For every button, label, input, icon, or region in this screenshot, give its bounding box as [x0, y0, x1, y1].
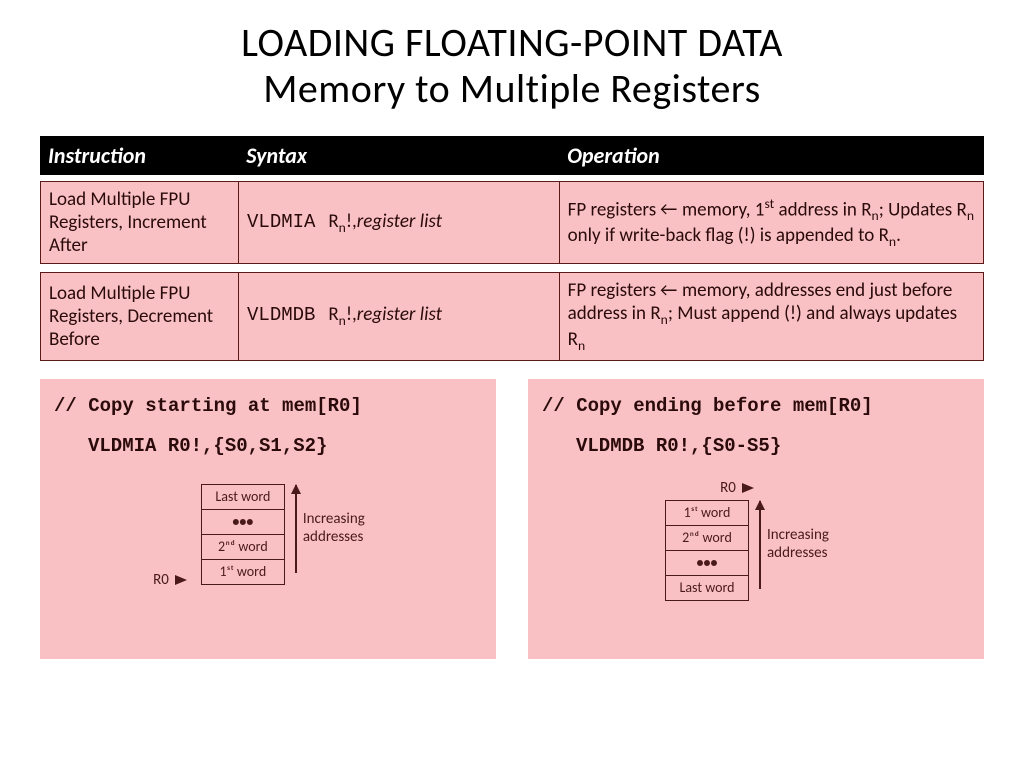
instruction-table-header: Instruction Syntax Operation: [40, 136, 984, 175]
arrow-up-icon: [295, 485, 297, 573]
arrow-up-icon: [759, 501, 761, 589]
mem-cell: Last word: [201, 484, 285, 510]
instruction-syntax: VLDMIA Rn!,register list: [239, 182, 560, 264]
r0-pointer: R0: [720, 479, 754, 497]
examples-row: // Copy starting at mem[R0] VLDMIA R0!,{…: [40, 379, 984, 659]
mem-cell: 2ⁿᵈ word: [201, 534, 285, 560]
slide-title: LOADING FLOATING-POINT DATA Memory to Mu…: [40, 20, 984, 112]
arrow-right-icon: [742, 483, 754, 493]
memory-cells: Last word ••• 2ⁿᵈ word 1ˢᵗ word: [201, 485, 285, 585]
mem-cell: 1ˢᵗ word: [201, 559, 285, 585]
header-instruction: Instruction: [40, 136, 238, 175]
mem-cell: 2ⁿᵈ word: [665, 525, 749, 551]
arrow-left-icon: →: [660, 279, 677, 302]
instruction-name: Load Multiple FPU Registers, Increment A…: [41, 182, 239, 264]
mem-cell: •••: [201, 509, 285, 535]
instruction-row-vldmdb: Load Multiple FPU Registers, Decrement B…: [40, 272, 984, 361]
arrow-right-icon: [175, 575, 187, 585]
example-comment: // Copy ending before mem[R0]: [542, 395, 970, 417]
memory-diagram: R0 Last word ••• 2ⁿᵈ word 1ˢᵗ word Incre…: [54, 485, 482, 589]
instruction-operation: FP registers → memory, 1st address in Rn…: [559, 182, 983, 264]
header-syntax: Syntax: [238, 136, 559, 175]
mem-cell: •••: [665, 550, 749, 576]
example-code: VLDMIA R0!,{S0,S1,S2}: [54, 435, 482, 457]
arrow-left-icon: →: [660, 198, 677, 221]
mem-cell: 1ˢᵗ word: [665, 500, 749, 526]
memory-diagram: 1ˢᵗ word 2ⁿᵈ word ••• Last word Increasi…: [542, 501, 970, 601]
increasing-addresses: Increasing addresses: [295, 485, 383, 573]
mem-cell: Last word: [665, 575, 749, 601]
title-line-1: LOADING FLOATING-POINT DATA: [241, 18, 783, 67]
instruction-row-vldmia: Load Multiple FPU Registers, Increment A…: [40, 181, 984, 264]
slide: LOADING FLOATING-POINT DATA Memory to Mu…: [0, 0, 1024, 679]
instruction-operation: FP registers → memory, addresses end jus…: [559, 273, 983, 361]
instruction-name: Load Multiple FPU Registers, Decrement B…: [41, 273, 239, 361]
example-comment: // Copy starting at mem[R0]: [54, 395, 482, 417]
memory-cells: 1ˢᵗ word 2ⁿᵈ word ••• Last word: [665, 501, 749, 601]
example-vldmia: // Copy starting at mem[R0] VLDMIA R0!,{…: [40, 379, 496, 659]
r0-pointer: R0: [153, 571, 187, 589]
increasing-addresses: Increasing addresses: [759, 501, 847, 589]
title-line-2: Memory to Multiple Registers: [263, 64, 761, 113]
example-code: VLDMDB R0!,{S0-S5}: [542, 435, 970, 457]
header-operation: Operation: [559, 136, 984, 175]
example-vldmdb: // Copy ending before mem[R0] VLDMDB R0!…: [528, 379, 984, 659]
instruction-syntax: VLDMDB Rn!,register list: [239, 273, 560, 361]
